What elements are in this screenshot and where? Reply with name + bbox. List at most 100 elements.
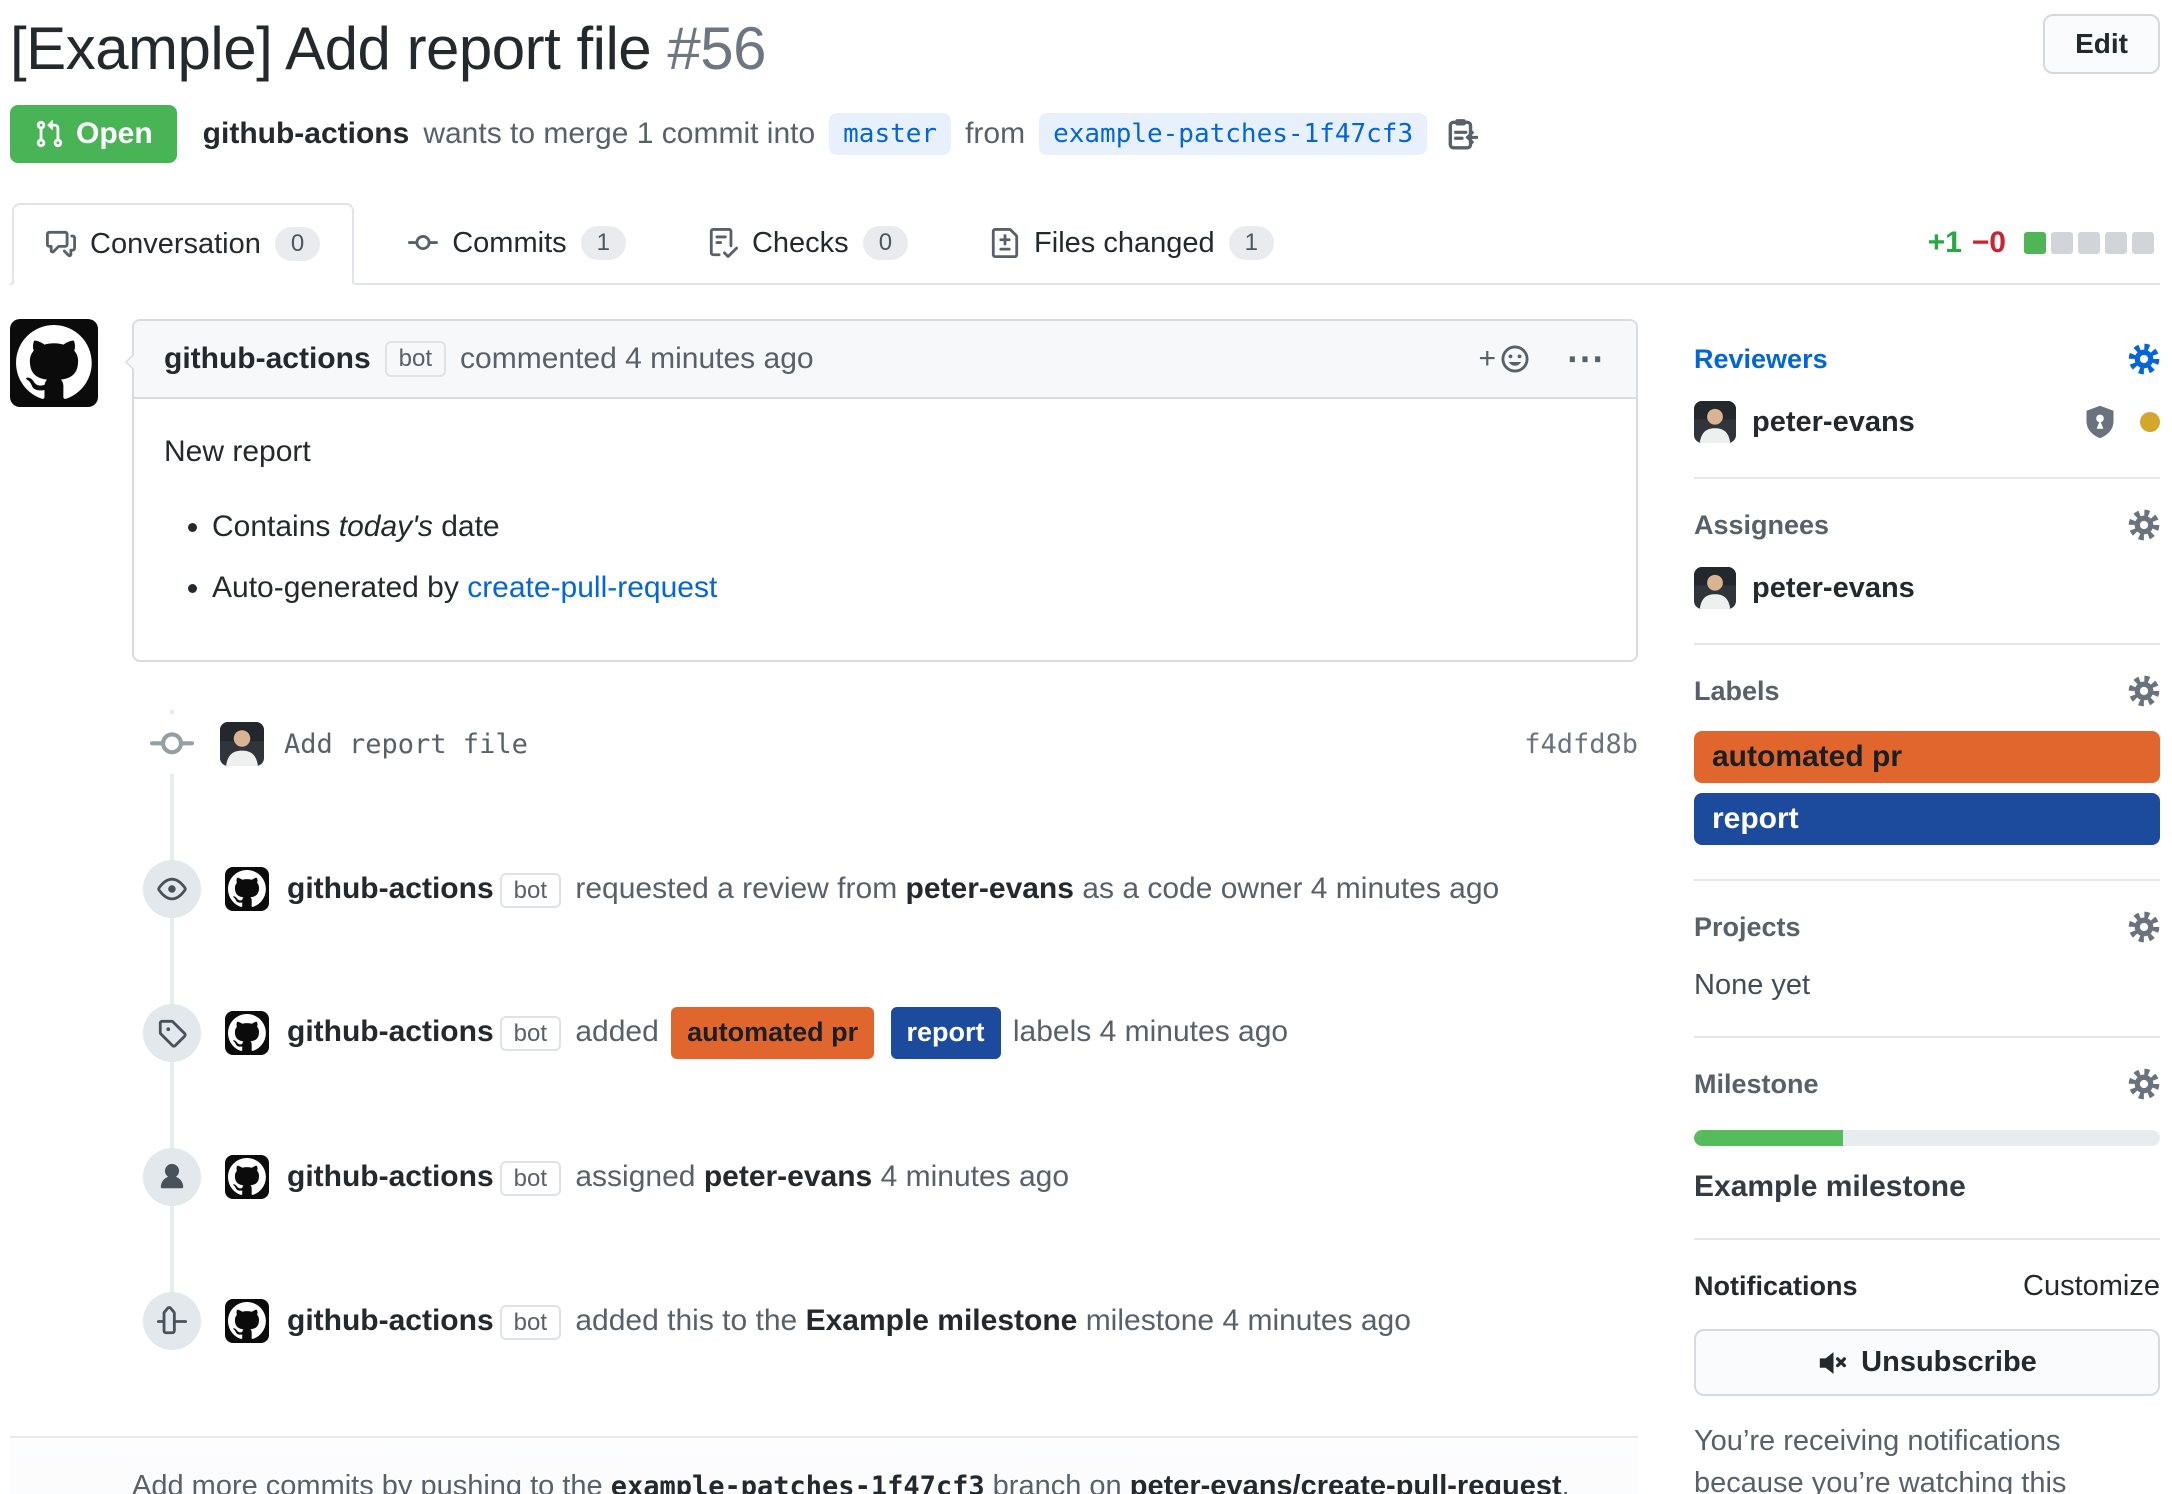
tab-count: 1 — [581, 226, 626, 260]
event-phrase: added this to the — [575, 1304, 797, 1337]
event-assigned: github-actionsbot assigned peter-evans 4… — [10, 1148, 1638, 1206]
base-branch-label[interactable]: master — [829, 113, 951, 155]
merge-summary: github-actions wants to merge 1 commit i… — [203, 113, 1479, 155]
reviewer-row[interactable]: peter-evans — [1694, 401, 2160, 443]
add-reaction-button[interactable]: + — [1478, 342, 1532, 376]
shield-lock-icon — [2082, 404, 2118, 440]
milestone-icon — [143, 1292, 201, 1350]
label-automated-pr[interactable]: automated pr — [1694, 731, 2160, 783]
event-phrase: requested a review from — [575, 872, 897, 905]
footer-text: . — [1562, 1470, 1570, 1494]
tab-checks[interactable]: Checks 0 — [680, 203, 936, 283]
event-labels-added: github-actionsbot added automated pr rep… — [10, 1004, 1638, 1062]
event-timestamp[interactable]: 4 minutes ago — [1311, 872, 1499, 905]
assignees-section: Assignees peter-evans — [1694, 479, 2160, 645]
event-timestamp[interactable]: 4 minutes ago — [881, 1160, 1069, 1193]
actor-name[interactable]: github-actions — [287, 1160, 494, 1193]
comment-row: github-actions bot commented 4 minutes a… — [10, 319, 1638, 662]
pr-title: [Example] Add report file — [10, 15, 651, 82]
discussion-timeline: github-actions bot commented 4 minutes a… — [10, 319, 1638, 1494]
github-actions-avatar[interactable] — [225, 1011, 269, 1055]
reviewer-name[interactable]: peter-evans — [1752, 406, 1915, 439]
gear-icon[interactable] — [2128, 911, 2160, 943]
checklist-icon — [708, 228, 738, 258]
milestone-name[interactable]: Example milestone — [806, 1304, 1078, 1337]
from-word: from — [965, 117, 1025, 151]
state-label: Open — [76, 117, 153, 151]
notifications-note: You’re receiving notifications because y… — [1694, 1420, 2160, 1494]
diffstat[interactable]: +1 −0 — [1928, 226, 2160, 260]
committer-avatar[interactable] — [220, 722, 264, 766]
assignee-name[interactable]: peter-evans — [1752, 572, 1915, 605]
bullet-text: Auto-generated by — [212, 571, 459, 604]
comment-actions: + ⋯ — [1478, 342, 1606, 376]
footer-repo: peter-evans/create-pull-request — [1130, 1470, 1562, 1494]
actor-name[interactable]: github-actions — [287, 872, 494, 905]
gear-icon[interactable] — [2128, 509, 2160, 541]
state-badge-open: Open — [10, 105, 177, 163]
plus-sign: + — [1478, 342, 1496, 376]
comment-box: github-actions bot commented 4 minutes a… — [132, 319, 1638, 662]
projects-empty-text: None yet — [1694, 969, 2160, 1002]
reviewers-heading[interactable]: Reviewers — [1694, 344, 1828, 375]
customize-link[interactable]: Customize — [2023, 1270, 2160, 1303]
event-phrase: milestone — [1086, 1304, 1214, 1337]
milestone-link[interactable]: Example milestone — [1694, 1170, 2160, 1204]
event-phrase: assigned — [575, 1160, 695, 1193]
pending-review-dot — [2140, 412, 2160, 432]
kebab-menu-icon[interactable]: ⋯ — [1566, 349, 1606, 369]
bot-badge: bot — [385, 341, 446, 377]
pr-number: #56 — [667, 15, 766, 82]
reviewer-name[interactable]: peter-evans — [906, 872, 1074, 905]
head-branch-label[interactable]: example-patches-1f47cf3 — [1039, 113, 1427, 155]
github-actions-avatar[interactable] — [225, 1155, 269, 1199]
create-pull-request-link[interactable]: create-pull-request — [467, 571, 717, 604]
eye-icon — [143, 860, 201, 918]
tab-count: 0 — [275, 227, 320, 261]
actor-name[interactable]: github-actions — [287, 1304, 494, 1337]
tab-files-changed[interactable]: Files changed 1 — [962, 203, 1302, 283]
tab-commits[interactable]: Commits 1 — [380, 203, 654, 283]
gear-icon[interactable] — [2128, 343, 2160, 375]
commit-message[interactable]: Add report file — [284, 729, 528, 760]
event-text: github-actionsbot added this to the Exam… — [287, 1300, 1411, 1342]
event-review-requested: github-actionsbot requested a review fro… — [10, 860, 1638, 918]
git-commit-icon — [408, 228, 438, 258]
diff-block — [2051, 232, 2073, 254]
unsubscribe-button[interactable]: Unsubscribe — [1694, 1329, 2160, 1396]
assignee-name[interactable]: peter-evans — [704, 1160, 872, 1193]
smiley-icon — [1498, 342, 1532, 376]
gear-icon[interactable] — [2128, 675, 2160, 707]
assignee-row[interactable]: peter-evans — [1694, 567, 2160, 609]
reviewer-avatar — [1694, 401, 1736, 443]
copy-branch-icon[interactable] — [1445, 117, 1479, 151]
github-actions-avatar[interactable] — [225, 1299, 269, 1343]
push-instructions: Add more commits by pushing to the examp… — [10, 1436, 1638, 1494]
tab-conversation[interactable]: Conversation 0 — [12, 203, 354, 285]
diff-block — [2024, 232, 2046, 254]
commit-sha[interactable]: f4dfd8b — [1524, 729, 1638, 760]
event-timestamp[interactable]: 4 minutes ago — [1222, 1304, 1410, 1337]
diffstat-additions: +1 — [1928, 226, 1962, 260]
edit-button[interactable]: Edit — [2043, 14, 2160, 74]
person-icon — [143, 1148, 201, 1206]
actor-name[interactable]: github-actions — [287, 1015, 494, 1048]
github-actions-avatar[interactable] — [10, 319, 98, 407]
event-timestamp[interactable]: 4 minutes ago — [1100, 1015, 1288, 1048]
title-row: [Example] Add report file #56 Edit — [10, 14, 2160, 83]
mute-icon — [1817, 1348, 1847, 1378]
gear-icon[interactable] — [2128, 1068, 2160, 1100]
pull-request-page: [Example] Add report file #56 Edit Open … — [0, 0, 2172, 1494]
label-report[interactable]: report — [891, 1007, 1001, 1059]
timeline: Add report file f4dfd8b github-actionsbo… — [10, 714, 1638, 1350]
label-report[interactable]: report — [1694, 793, 2160, 845]
label-automated-pr[interactable]: automated pr — [671, 1007, 874, 1059]
github-actions-avatar[interactable] — [225, 867, 269, 911]
diffstat-deletions: −0 — [1972, 226, 2006, 260]
comment-meta: commented 4 minutes ago — [460, 342, 814, 376]
labels-section: Labels automated pr report — [1694, 645, 2160, 881]
pr-author[interactable]: github-actions — [203, 117, 410, 151]
comment-author[interactable]: github-actions — [164, 342, 371, 376]
comment-bullet: Contains today's date — [212, 504, 1606, 549]
page-title: [Example] Add report file #56 — [10, 14, 766, 83]
